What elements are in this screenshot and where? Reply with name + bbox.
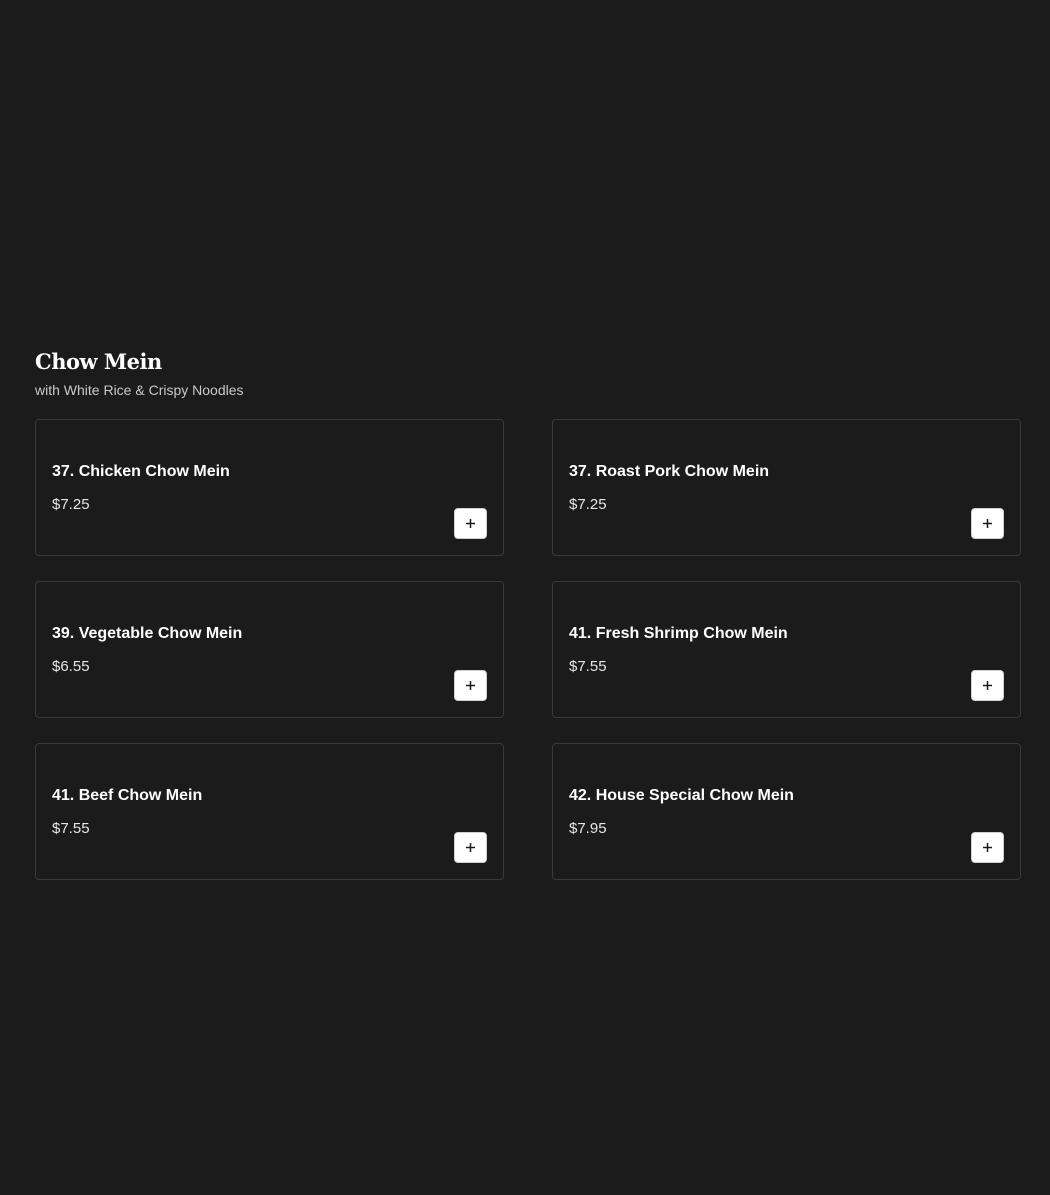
- add-to-cart-button[interactable]: [454, 832, 487, 863]
- add-to-cart-button[interactable]: [454, 670, 487, 701]
- plus-icon: [466, 843, 475, 852]
- item-price: $7.25: [52, 496, 90, 513]
- menu-section-chow-mein: Chow Mein with White Rice & Crispy Noodl…: [35, 348, 1021, 880]
- menu-item-card[interactable]: 41. Fresh Shrimp Chow Mein $7.55: [552, 581, 1021, 718]
- plus-icon: [466, 519, 475, 528]
- item-name: 41. Beef Chow Mein: [52, 787, 203, 804]
- section-subtitle: with White Rice & Crispy Noodles: [35, 382, 244, 398]
- plus-icon: [983, 519, 992, 528]
- menu-item-card[interactable]: 37. Chicken Chow Mein $7.25: [35, 419, 504, 556]
- item-name: 41. Fresh Shrimp Chow Mein: [569, 625, 788, 642]
- add-to-cart-button[interactable]: [454, 508, 487, 539]
- plus-icon: [983, 843, 992, 852]
- menu-item-card[interactable]: 41. Beef Chow Mein $7.55: [35, 743, 504, 880]
- item-name: 37. Chicken Chow Mein: [52, 463, 230, 480]
- section-title: Chow Mein: [35, 349, 162, 374]
- item-price: $7.25: [569, 496, 607, 513]
- item-name: 37. Roast Pork Chow Mein: [569, 463, 770, 480]
- item-price: $6.55: [52, 658, 90, 675]
- item-price: $7.95: [569, 820, 607, 837]
- item-price: $7.55: [52, 820, 90, 837]
- menu-item-grid: 37. Chicken Chow Mein $7.25 37. Roast Po…: [35, 419, 1021, 880]
- menu-item-card[interactable]: 42. House Special Chow Mein $7.95: [552, 743, 1021, 880]
- add-to-cart-button[interactable]: [971, 832, 1004, 863]
- item-name: 42. House Special Chow Mein: [569, 787, 794, 804]
- plus-icon: [466, 681, 475, 690]
- menu-item-card[interactable]: 39. Vegetable Chow Mein $6.55: [35, 581, 504, 718]
- add-to-cart-button[interactable]: [971, 508, 1004, 539]
- item-price: $7.55: [569, 658, 607, 675]
- menu-item-card[interactable]: 37. Roast Pork Chow Mein $7.25: [552, 419, 1021, 556]
- item-name: 39. Vegetable Chow Mein: [52, 625, 243, 642]
- add-to-cart-button[interactable]: [971, 670, 1004, 701]
- plus-icon: [983, 681, 992, 690]
